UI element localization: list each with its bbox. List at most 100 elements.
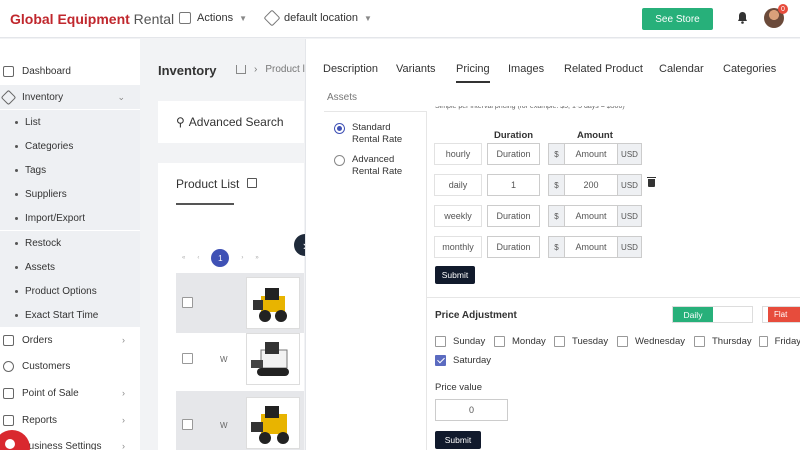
checkbox[interactable] — [694, 336, 705, 347]
table-row[interactable]: W — [176, 391, 304, 450]
amount-input-daily[interactable]: $ 200 USD — [548, 174, 642, 196]
top-bar: Global Equipment Rental Actions ▼ defaul… — [0, 0, 800, 38]
bell-icon[interactable] — [737, 11, 748, 24]
skid-steer-image — [251, 406, 289, 444]
sidebar-item-tags[interactable]: Tags — [0, 158, 140, 182]
sidebar-item-import-export[interactable]: Import/Export — [0, 206, 140, 230]
toggle-daily[interactable]: Daily — [673, 307, 713, 322]
breadcrumb: › Product l — [236, 64, 305, 75]
sidebar-item-exact-start-time[interactable]: Exact Start Time — [0, 303, 140, 327]
radio-button[interactable] — [334, 123, 345, 134]
chevron-right-icon: › — [122, 388, 125, 398]
tab-images[interactable]: Images — [508, 63, 544, 75]
checkbox[interactable] — [494, 336, 505, 347]
breadcrumb-item[interactable]: Product l — [265, 64, 304, 75]
pos-icon — [3, 387, 14, 399]
table-row[interactable] — [176, 273, 304, 333]
product-thumbnail[interactable] — [246, 333, 300, 385]
trash-icon[interactable] — [647, 177, 656, 187]
price-value-input[interactable]: 0 — [435, 399, 508, 421]
day-checkbox-monday[interactable]: Monday — [494, 336, 546, 347]
toggle-flat[interactable]: Flat — [768, 307, 800, 322]
product-thumbnail[interactable] — [246, 277, 300, 329]
day-checkbox-thursday[interactable]: Thursday — [694, 336, 752, 347]
sidebar-item-list[interactable]: List — [0, 110, 140, 134]
row-checkbox[interactable] — [182, 419, 193, 430]
sidebar-item-dashboard[interactable]: Dashboard — [0, 59, 140, 83]
duration-input-weekly[interactable]: Duration — [487, 205, 540, 227]
actions-menu[interactable]: Actions ▼ — [179, 12, 247, 24]
tab-related-product[interactable]: Related Product — [564, 63, 643, 75]
interval-label-hourly: hourly — [434, 143, 482, 165]
amount-input-hourly[interactable]: $ Amount USD — [548, 143, 642, 165]
location-select[interactable]: default location ▼ — [263, 9, 372, 27]
radio-advanced-rate[interactable]: Advanced Rental Rate — [334, 154, 412, 178]
prev-page-icon[interactable]: ‹ — [197, 255, 199, 261]
advanced-search-button[interactable]: ⚲ Advanced Search — [158, 101, 304, 143]
day-checkbox-friday[interactable]: Friday — [759, 336, 800, 347]
day-checkbox-saturday[interactable]: Saturday — [435, 355, 491, 366]
tab-description[interactable]: Description — [323, 63, 378, 75]
brand-logo[interactable]: Global Equipment Rental — [10, 11, 174, 27]
sidebar-item-restock[interactable]: Restock — [0, 231, 140, 255]
price-adjustment-submit-button[interactable]: Submit — [435, 431, 481, 449]
product-thumbnail[interactable] — [246, 397, 300, 449]
duration-input-daily[interactable]: 1 — [487, 174, 540, 196]
breadcrumb-separator: › — [254, 64, 258, 75]
table-row[interactable]: W — [176, 329, 304, 389]
track-loader-image — [251, 342, 289, 376]
duration-input-hourly[interactable]: Duration — [487, 143, 540, 165]
checkbox[interactable] — [759, 336, 768, 347]
checkbox[interactable] — [617, 336, 628, 347]
adjustment-mode-toggle[interactable]: Daily — [672, 306, 753, 323]
last-page-icon[interactable]: » — [255, 255, 258, 261]
amount-input-weekly[interactable]: $ Amount USD — [548, 205, 642, 227]
search-icon: ⚲ — [176, 115, 185, 129]
sidebar-item-customers[interactable]: Customers — [0, 354, 140, 378]
tab-assets[interactable]: Assets — [327, 92, 357, 103]
sidebar-item-orders[interactable]: Orders › — [0, 328, 140, 352]
page-current[interactable]: 1 — [211, 249, 230, 267]
price-adjustment-title: Price Adjustment — [435, 310, 517, 321]
product-edit-panel: Description Variants Pricing Images Rela… — [305, 39, 800, 450]
plus-square-icon — [179, 12, 191, 24]
day-checkbox-wednesday[interactable]: Wednesday — [617, 336, 685, 347]
chevron-down-icon: ▼ — [364, 13, 372, 23]
day-checkbox-sunday[interactable]: Sunday — [435, 336, 485, 347]
sidebar-item-suppliers[interactable]: Suppliers — [0, 182, 140, 206]
product-list-card: Product List « ‹ 1 › » W W — [158, 163, 304, 450]
tab-calendar[interactable]: Calendar — [659, 63, 704, 75]
sidebar-item-assets[interactable]: Assets — [0, 255, 140, 279]
sidebar-item-product-options[interactable]: Product Options — [0, 279, 140, 303]
home-icon[interactable] — [236, 65, 246, 74]
tab-categories[interactable]: Categories — [723, 63, 776, 75]
sidebar-item-point-of-sale[interactable]: Point of Sale › — [0, 381, 140, 405]
pricing-hint: Simple per interval pricing (for example… — [435, 106, 625, 110]
row-checkbox[interactable] — [182, 297, 193, 308]
checkbox-checked[interactable] — [435, 355, 446, 366]
checkbox[interactable] — [435, 336, 446, 347]
amount-input-monthly[interactable]: $ Amount USD — [548, 236, 642, 258]
sidebar: Dashboard Inventory ⌄ List Categories Ta… — [0, 39, 140, 450]
first-page-icon[interactable]: « — [182, 255, 185, 261]
sidebar-item-categories[interactable]: Categories — [0, 134, 140, 158]
pricing-submit-button[interactable]: Submit — [435, 266, 475, 284]
price-value-label: Price value — [435, 382, 482, 393]
radio-standard-rate[interactable]: Standard Rental Rate — [334, 122, 412, 146]
calendar-icon[interactable] — [247, 178, 257, 188]
row-checkbox[interactable] — [182, 353, 193, 364]
next-page-icon[interactable]: › — [241, 255, 243, 261]
duration-input-monthly[interactable]: Duration — [487, 236, 540, 258]
day-checkbox-tuesday[interactable]: Tuesday — [554, 336, 608, 347]
adjustment-flat-toggle[interactable]: Flat — [762, 306, 800, 323]
sidebar-item-inventory[interactable]: Inventory ⌄ — [0, 85, 140, 109]
amount-header: Amount — [577, 130, 613, 141]
tab-variants[interactable]: Variants — [396, 63, 436, 75]
interval-label-monthly: monthly — [434, 236, 482, 258]
tab-pricing[interactable]: Pricing — [456, 63, 490, 83]
radio-button[interactable] — [334, 155, 345, 166]
sidebar-item-reports[interactable]: Reports › — [0, 408, 140, 432]
see-store-button[interactable]: See Store — [642, 8, 713, 30]
checkbox[interactable] — [554, 336, 565, 347]
customers-icon — [3, 360, 14, 372]
